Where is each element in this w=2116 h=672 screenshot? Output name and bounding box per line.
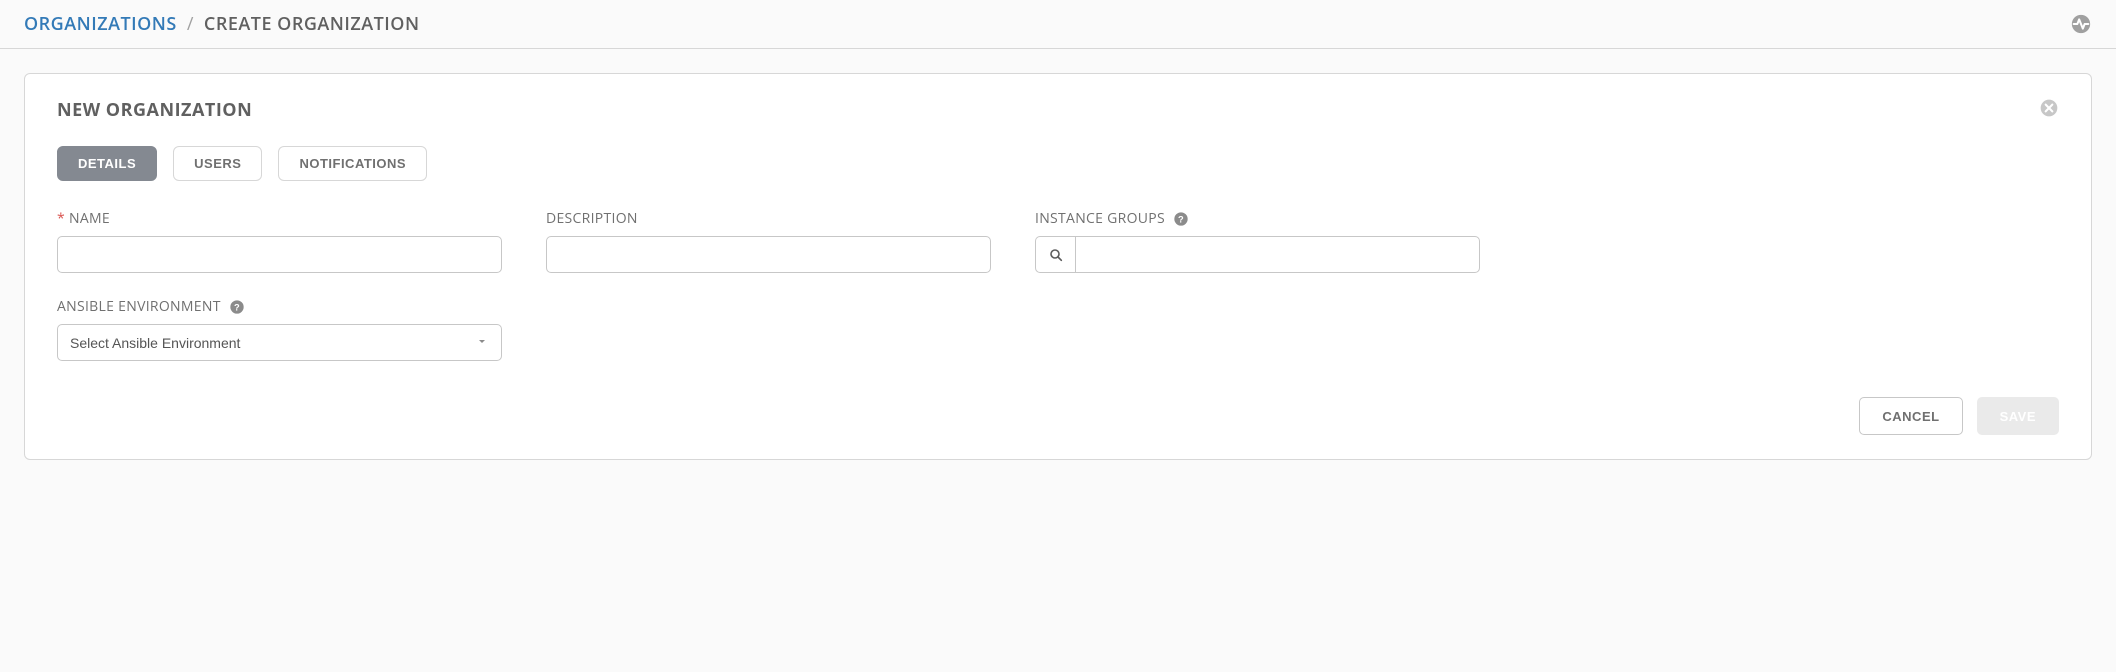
panel-header: NEW ORGANIZATION [57, 98, 2059, 146]
help-icon[interactable]: ? [229, 299, 245, 315]
required-asterisk: * [57, 209, 65, 228]
field-ansible-environment: ANSIBLE ENVIRONMENT ? Select Ansible Env… [57, 297, 502, 361]
svg-text:?: ? [1178, 215, 1184, 225]
form-row-2: ANSIBLE ENVIRONMENT ? Select Ansible Env… [57, 297, 2059, 361]
ansible-environment-label-text: ANSIBLE ENVIRONMENT [57, 297, 221, 316]
close-icon[interactable] [2039, 98, 2059, 118]
instance-groups-lookup [1035, 236, 1480, 273]
save-button[interactable]: SAVE [1977, 397, 2059, 435]
svg-text:?: ? [234, 303, 240, 313]
field-name: *NAME [57, 209, 502, 273]
activity-stream-icon[interactable] [2070, 13, 2092, 35]
tab-notifications[interactable]: NOTIFICATIONS [278, 146, 427, 181]
form-actions: CANCEL SAVE [57, 397, 2059, 435]
instance-groups-label-text: INSTANCE GROUPS [1035, 209, 1165, 228]
instance-groups-lookup-button[interactable] [1035, 236, 1075, 273]
name-label: *NAME [57, 209, 502, 228]
panel-title: NEW ORGANIZATION [57, 98, 252, 122]
ansible-environment-select[interactable]: Select Ansible Environment [57, 324, 502, 361]
help-icon[interactable]: ? [1173, 211, 1189, 227]
name-input[interactable] [57, 236, 502, 273]
form-row-1: *NAME DESCRIPTION INSTANCE GROUPS ? [57, 209, 2059, 273]
breadcrumb-path: ORGANIZATIONS / CREATE ORGANIZATION [24, 12, 420, 36]
field-description: DESCRIPTION [546, 209, 991, 273]
instance-groups-input[interactable] [1075, 236, 1480, 273]
instance-groups-label: INSTANCE GROUPS ? [1035, 209, 1480, 228]
field-instance-groups: INSTANCE GROUPS ? [1035, 209, 1480, 273]
cancel-button[interactable]: CANCEL [1859, 397, 1962, 435]
name-label-text: NAME [69, 209, 110, 228]
description-label: DESCRIPTION [546, 209, 991, 228]
breadcrumb-organizations-link[interactable]: ORGANIZATIONS [24, 12, 177, 36]
search-icon [1048, 247, 1064, 263]
new-organization-panel: NEW ORGANIZATION DETAILS USERS NOTIFICAT… [24, 73, 2092, 460]
breadcrumb: ORGANIZATIONS / CREATE ORGANIZATION [0, 0, 2116, 49]
tab-details[interactable]: DETAILS [57, 146, 157, 181]
ansible-environment-label: ANSIBLE ENVIRONMENT ? [57, 297, 502, 316]
breadcrumb-separator: / [187, 12, 194, 36]
breadcrumb-current: CREATE ORGANIZATION [204, 12, 420, 36]
panel-tabs: DETAILS USERS NOTIFICATIONS [57, 146, 2059, 181]
description-input[interactable] [546, 236, 991, 273]
tab-users[interactable]: USERS [173, 146, 262, 181]
ansible-environment-select-wrap: Select Ansible Environment [57, 324, 502, 361]
